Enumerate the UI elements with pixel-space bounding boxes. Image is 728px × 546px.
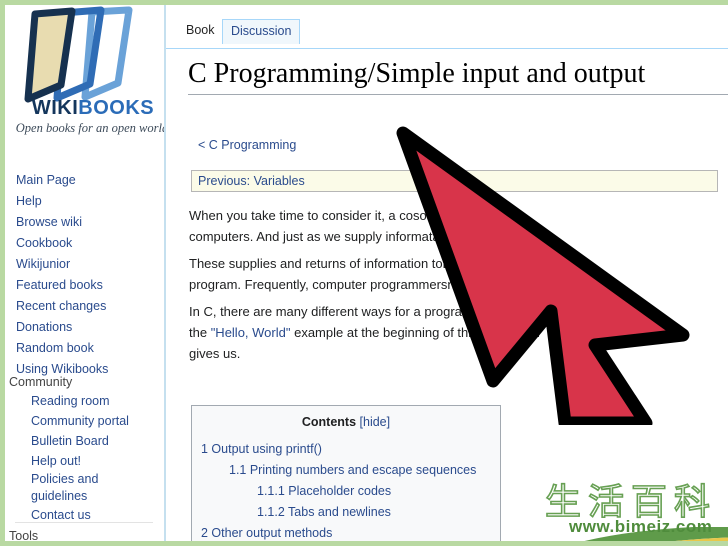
toc-item-1-1-2[interactable]: 1.1.2 Tabs and newlines: [257, 505, 391, 519]
sidebar-item-help[interactable]: Help: [5, 191, 155, 212]
toc-title-label: Contents: [301, 415, 357, 429]
para2-bold-input: input: [442, 256, 475, 271]
sidebar-item-bulletin-board[interactable]: Bulletin Board: [5, 431, 155, 451]
para2-line1-a: These supplies and returns of informatio…: [189, 256, 443, 271]
logo-tagline: Open books for an open world: [15, 121, 169, 135]
sidebar-item-wikijunior[interactable]: Wikijunior: [5, 254, 155, 275]
sidebar-item-main-page[interactable]: Main Page: [5, 170, 155, 191]
para1-line2-a: computers. And just as we supply informa: [189, 229, 429, 244]
para2-bold-output: output: [503, 256, 544, 271]
logo-word-books: BOOKS: [78, 97, 155, 119]
paragraph-1: When you take time to consider it, a cos…: [189, 205, 728, 247]
toc-item-1-1[interactable]: 1.1 Printing numbers and escape sequence…: [229, 463, 476, 477]
para1-line1-b: some w: [413, 208, 458, 223]
para3-line2-c: were i: [471, 325, 506, 340]
sidebar-item-featured-books[interactable]: Featured books: [5, 275, 155, 296]
para3-line2-a: the: [189, 325, 211, 340]
toc-header: Contents [hide]: [192, 415, 500, 429]
content-area: Book Discussion C Programming/Simple inp…: [166, 5, 728, 541]
title-underline: [188, 94, 728, 95]
parent-page-link[interactable]: < C Programming: [198, 138, 296, 152]
sidebar-item-policies-and-guidelines-line1[interactable]: Policies and: [5, 471, 155, 488]
wikibooks-logo[interactable]: WIKIBOOKS Open books for an open world: [13, 5, 168, 137]
tabs-baseline: [166, 48, 728, 49]
table-of-contents: Contents [hide] 1 Output using printf() …: [191, 405, 501, 541]
para3-line3: gives us.: [189, 346, 241, 361]
previous-link[interactable]: Previous: Variables: [198, 174, 305, 188]
sidebar-item-recent-changes[interactable]: Recent changes: [5, 296, 155, 317]
toc-item-2[interactable]: 2 Other output methods: [201, 526, 332, 540]
para3-line1-a: In C, there are many different ways for …: [189, 304, 462, 319]
toc-item-1-1-1[interactable]: 1.1.1 Placeholder codes: [257, 484, 391, 498]
sidebar-item-reading-room[interactable]: Reading room: [5, 391, 155, 411]
para3-line2-b: example at the beginning of thi: [290, 325, 472, 340]
logo-wordmark: WIKIBOOKS: [23, 97, 163, 120]
sidebar-item-help-out[interactable]: Help out!: [5, 451, 155, 471]
para2-line1-end: .: [543, 256, 548, 271]
sidebar-heading-community: Community: [9, 375, 73, 389]
sidebar-item-policies-and-guidelines-line2[interactable]: guidelines: [5, 488, 155, 505]
sidebar-community-list: Reading room Community portal Bulletin B…: [5, 391, 155, 525]
toc-item-1[interactable]: 1 Output using printf(): [201, 442, 322, 456]
sidebar: WIKIBOOKS Open books for an open world M…: [5, 5, 168, 541]
sidebar-heading-tools: Tools: [9, 529, 39, 541]
para2-mid: and: [474, 256, 504, 271]
sidebar-divider: [15, 522, 153, 523]
sidebar-item-browse-wiki[interactable]: Browse wiki: [5, 212, 155, 233]
sidebar-item-cookbook[interactable]: Cookbook: [5, 233, 155, 254]
toc-hide-toggle[interactable]: [hide]: [360, 415, 391, 429]
paragraph-2: These supplies and returns of informatio…: [189, 253, 728, 295]
page-title: C Programming/Simple input and output: [188, 58, 646, 89]
sidebar-item-random-book[interactable]: Random book: [5, 338, 155, 359]
tab-discussion[interactable]: Discussion: [222, 19, 301, 44]
page-frame: WIKIBOOKS Open books for an open world M…: [0, 0, 728, 546]
sidebar-item-community-portal[interactable]: Community portal: [5, 411, 155, 431]
stacked-books-logo-icon: [24, 6, 133, 103]
paragraph-3: In C, there are many different ways for …: [189, 301, 728, 364]
para1-line1-a: When you take time to consider it, a co: [189, 208, 413, 223]
wikibooks-page: WIKIBOOKS Open books for an open world M…: [5, 5, 728, 541]
para2-line2-a: program. Frequently, computer programmer…: [189, 277, 448, 292]
sidebar-item-donations[interactable]: Donations: [5, 317, 155, 338]
article-tabs: Book Discussion: [166, 5, 728, 49]
para2-line2-b: n the more gen: [447, 277, 535, 292]
para1-line2-b: tasks, so d: [428, 229, 492, 244]
hello-world-link[interactable]: "Hello, World": [211, 325, 291, 340]
tab-book[interactable]: Book: [178, 19, 223, 43]
para3-line1-b: ser. Amaz: [461, 304, 519, 319]
logo-word-wiki: WIKI: [31, 97, 79, 119]
para3-line2-d: Stand: [505, 325, 540, 340]
sidebar-nav-list: Main Page Help Browse wiki Cookbook Wiki…: [5, 170, 155, 380]
previous-navigation-bar: Previous: Variables: [191, 170, 718, 192]
